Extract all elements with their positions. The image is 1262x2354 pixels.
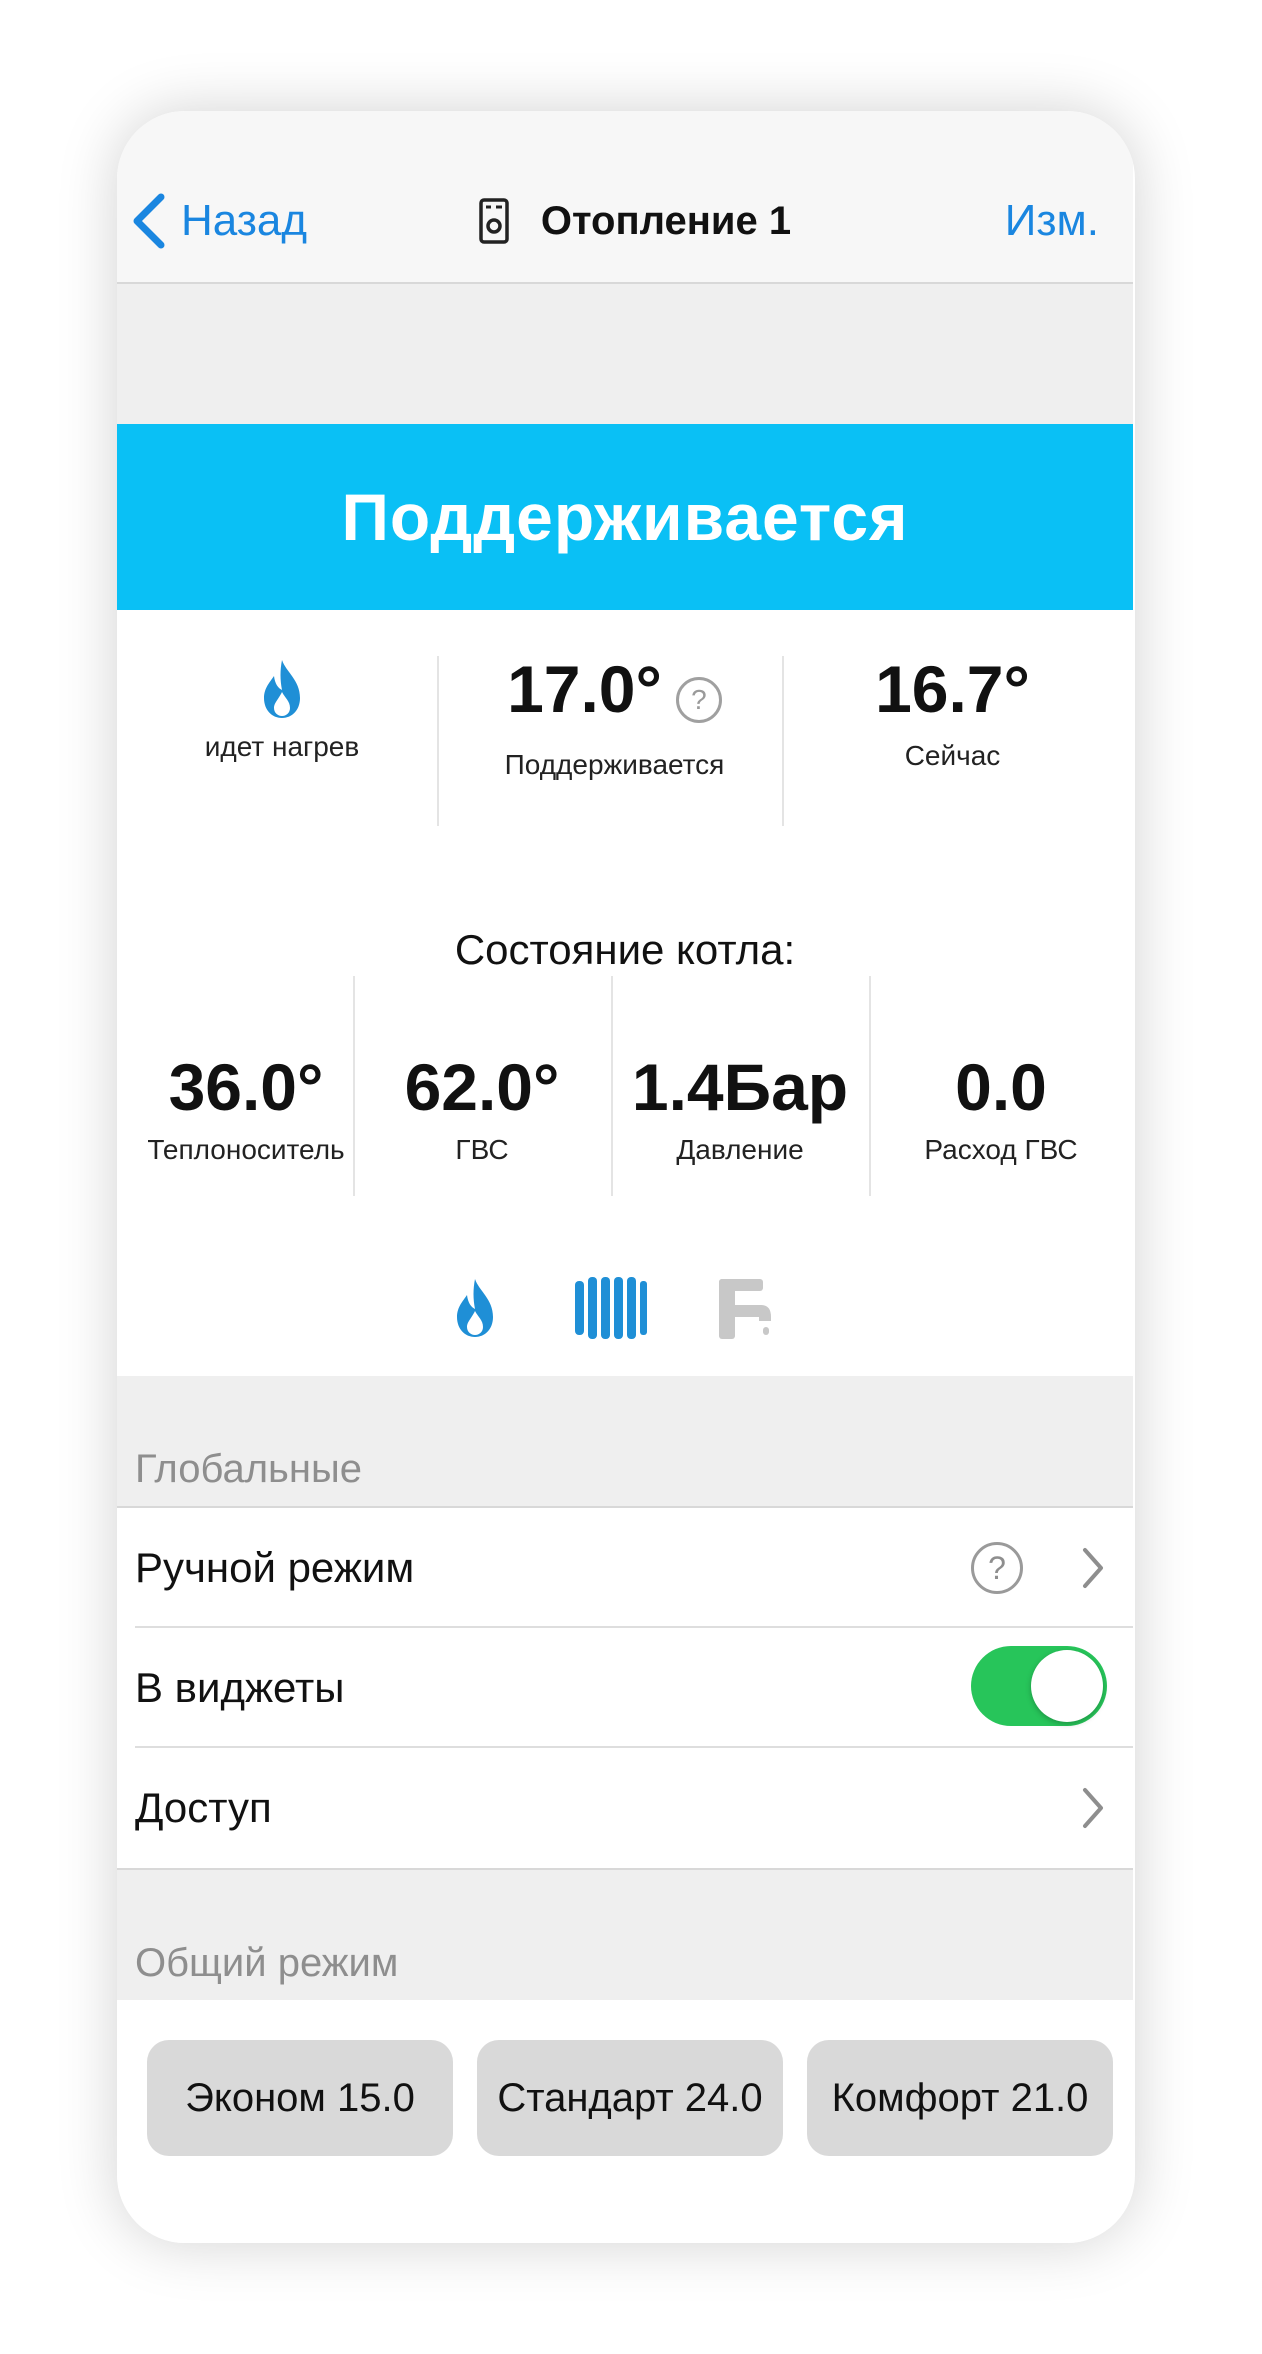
section-header-common-mode: Общий режим <box>117 1870 1133 2000</box>
dhw-flow-value: 0.0 <box>955 1050 1047 1124</box>
screen: Назад Отопление 1 Изм. Поддерживается ид… <box>117 111 1133 2243</box>
dhw-flow-label: Расход ГВС <box>924 1134 1078 1165</box>
section-header-common-mode-label: Общий режим <box>135 1941 399 1985</box>
coolant-temperature-label: Теплоноситель <box>147 1134 345 1165</box>
widgets-row: В виджеты <box>135 1628 1133 1746</box>
current-temperature-value: 16.7° <box>875 652 1030 726</box>
coolant-temperature-value: 36.0° <box>168 1050 324 1124</box>
nav-title-group: Отопление 1 <box>117 191 1133 251</box>
widgets-toggle[interactable] <box>971 1646 1107 1726</box>
thermostat-metrics: идет нагрев 17.0°? Поддерживается 16.7° … <box>117 656 1133 826</box>
current-temperature-label: Сейчас <box>904 740 1001 771</box>
pressure-label: Давление <box>676 1134 804 1165</box>
pressure-value: 1.4Бар <box>631 1050 849 1124</box>
spacer-band <box>117 284 1133 424</box>
boiler-metrics: 36.0° Теплоноситель 62.0° ГВС 1.4Бар Дав… <box>117 976 1133 1196</box>
flame-icon <box>457 1279 493 1337</box>
global-settings-list: Ручной режим ? В виджеты Доступ <box>117 1506 1133 1870</box>
status-text: Поддерживается <box>341 480 909 554</box>
target-temperature-label: Поддерживается <box>504 748 725 780</box>
question-circle-icon[interactable]: ? <box>971 1542 1023 1594</box>
access-label: Доступ <box>135 1784 272 1831</box>
widgets-label: В виджеты <box>135 1664 345 1711</box>
dhw-temperature-label: ГВС <box>455 1134 509 1165</box>
toggle-knob <box>1031 1650 1103 1722</box>
comfort-mode-button[interactable]: Комфорт 21.0 <box>807 2040 1113 2156</box>
boiler-metric-coolant: 36.0° Теплоноситель <box>117 976 375 1196</box>
radiator-icon <box>575 1277 647 1339</box>
boiler-mode-icons <box>117 1271 1133 1351</box>
faucet-icon <box>719 1279 771 1339</box>
mode-buttons: Эконом 15.0 Стандарт 24.0 Комфорт 21.0 <box>117 2000 1133 2243</box>
page-title: Отопление 1 <box>540 198 792 243</box>
boiler-icon <box>479 198 509 244</box>
boiler-metric-dhw: 62.0° ГВС <box>353 976 611 1196</box>
chevron-right-icon <box>1083 1548 1103 1588</box>
target-temperature: 17.0°? Поддерживается <box>447 656 782 826</box>
standard-mode-button[interactable]: Стандарт 24.0 <box>477 2040 783 2156</box>
economy-mode-button[interactable]: Эконом 15.0 <box>147 2040 453 2156</box>
target-temperature-value: 17.0° <box>507 652 662 726</box>
access-row[interactable]: Доступ <box>135 1748 1133 1866</box>
section-header-global-label: Глобальные <box>135 1447 362 1491</box>
chevron-right-icon <box>1083 1788 1103 1828</box>
edit-button[interactable]: Изм. <box>1005 191 1099 251</box>
heating-status: идет нагрев <box>117 656 447 826</box>
section-header-global: Глобальные <box>117 1376 1133 1506</box>
current-temperature: 16.7° Сейчас <box>782 656 1123 826</box>
manual-mode-label: Ручной режим <box>135 1544 415 1591</box>
navigation-bar: Назад Отопление 1 Изм. <box>117 111 1133 284</box>
boiler-metric-pressure: 1.4Бар Давление <box>611 976 869 1196</box>
divider <box>437 656 439 826</box>
boiler-metric-dhw-flow: 0.0 Расход ГВС <box>869 976 1133 1196</box>
target-help-icon[interactable]: ? <box>675 676 722 723</box>
manual-mode-row[interactable]: Ручной режим ? <box>135 1508 1133 1626</box>
phone-frame: Назад Отопление 1 Изм. Поддерживается ид… <box>117 111 1135 2243</box>
status-banner: Поддерживается <box>117 424 1133 610</box>
boiler-state-heading: Состояние котла: <box>454 926 796 973</box>
heating-label: идет нагрев <box>204 731 360 762</box>
dhw-temperature-value: 62.0° <box>404 1050 560 1124</box>
flame-icon <box>264 660 300 718</box>
